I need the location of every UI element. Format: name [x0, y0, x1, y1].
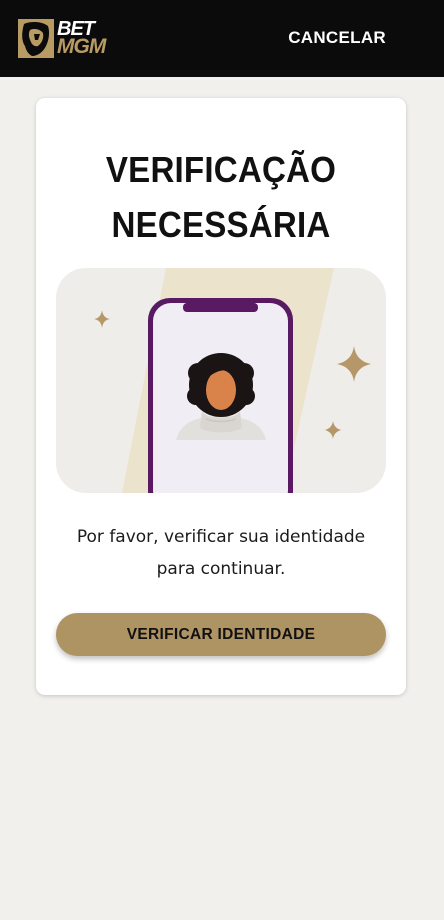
verify-identity-button[interactable]: VERIFICAR IDENTIDADE: [56, 613, 386, 656]
page-title: VERIFICAÇÃO NECESSÁRIA: [51, 142, 391, 252]
message-line-1: Por favor, verificar sua identidade: [76, 527, 366, 547]
logo-text-mgm: MGM: [57, 34, 106, 58]
header-bar: BET MGM CANCELAR: [0, 0, 444, 77]
sparkle-icon: [94, 310, 110, 328]
cancel-button[interactable]: CANCELAR: [288, 26, 386, 50]
sparkle-icon: [337, 346, 371, 382]
betmgm-logo[interactable]: BET MGM: [16, 15, 116, 61]
title-line-2: NECESSÁRIA: [111, 204, 331, 245]
title-line-1: VERIFICAÇÃO: [105, 149, 337, 190]
message-line-2: para continuar.: [156, 559, 286, 579]
verification-message: Por favor, verificar sua identidade para…: [36, 521, 406, 585]
verification-card: VERIFICAÇÃO NECESSÁRIA Por favor, verifi…: [36, 98, 406, 695]
identity-illustration: [56, 268, 386, 493]
sparkle-icon: [325, 421, 341, 439]
lion-logo-icon: [18, 18, 54, 58]
